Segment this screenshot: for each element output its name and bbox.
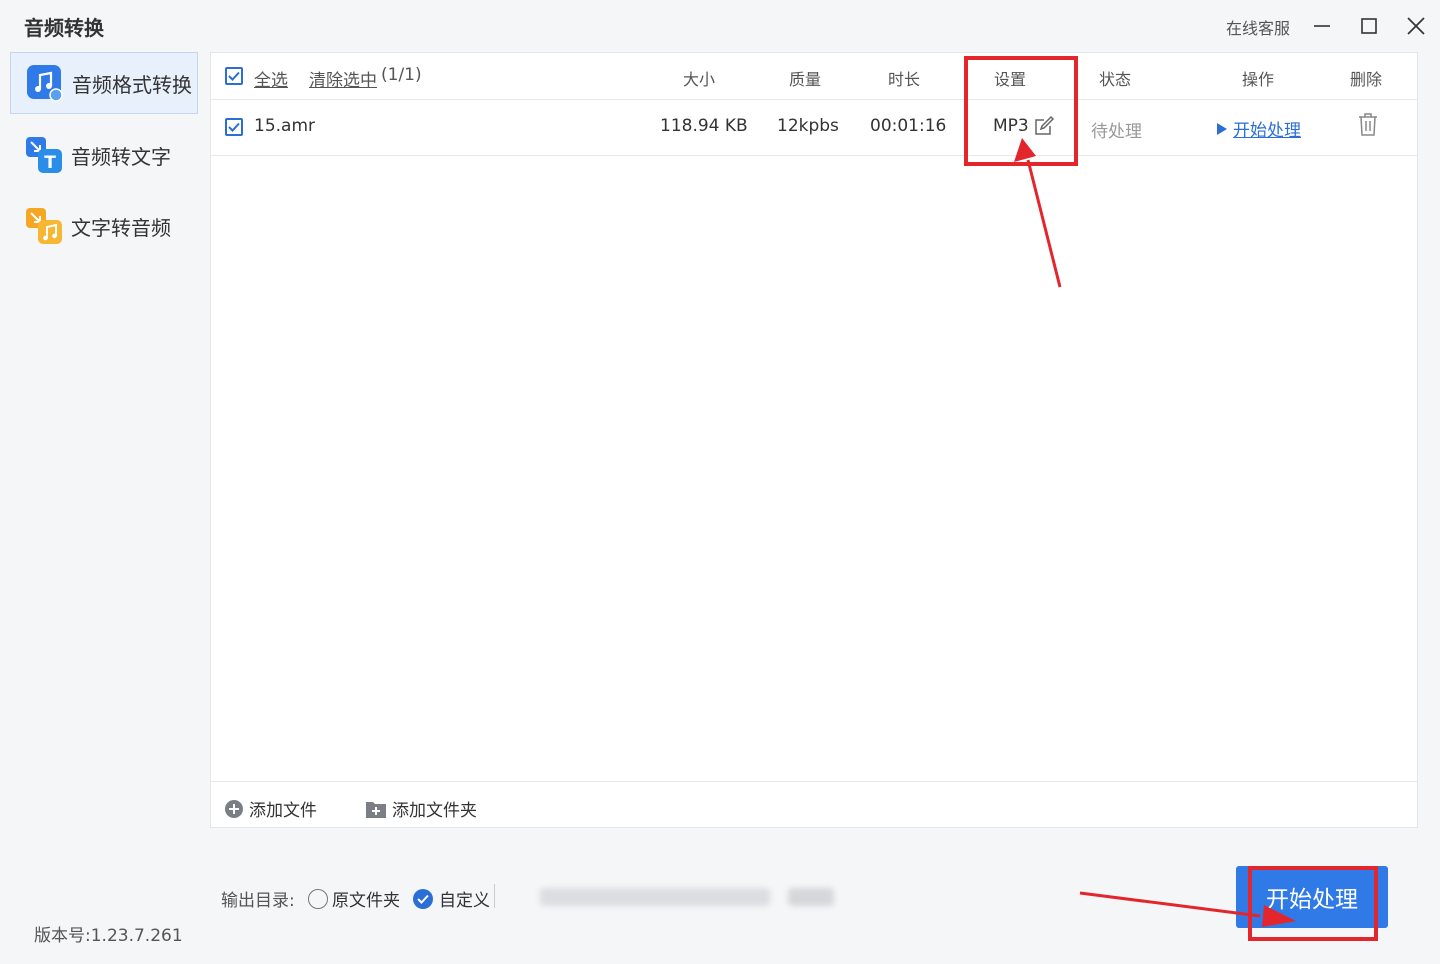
selection-count: (1/1) (381, 65, 422, 85)
row-start-label: 开始处理 (1233, 121, 1301, 141)
column-quality: 质量 (789, 70, 822, 89)
file-name: 15.amr (254, 116, 316, 136)
folder-plus-icon (366, 801, 386, 818)
file-list-panel: 全选 清除选中 (1/1) 大小 质量 时长 设置 状态 操作 删除 15.am… (210, 52, 1418, 828)
minimize-button[interactable] (1306, 10, 1338, 42)
table-header: 全选 清除选中 (1/1) 大小 质量 时长 设置 状态 操作 删除 (211, 53, 1417, 100)
file-size: 118.94 KB (660, 116, 748, 136)
output-format[interactable]: MP3 (993, 116, 1029, 136)
version-label: 版本号:1.23.7.261 (34, 926, 183, 946)
plus-circle-icon (225, 799, 243, 818)
blurred-path-tail (788, 888, 834, 906)
radio-unchecked-icon (308, 888, 328, 909)
app-title: 音频转换 (24, 16, 104, 40)
start-processing-button[interactable]: 开始处理 (1236, 866, 1388, 928)
column-delete: 删除 (1350, 70, 1383, 89)
add-folder-button[interactable]: 添加文件夹 (365, 796, 477, 821)
svg-text:T: T (44, 153, 56, 173)
close-button[interactable] (1400, 10, 1432, 42)
sidebar-item-audio-to-text[interactable]: T 音频转文字 (10, 124, 198, 186)
select-all-link[interactable]: 全选 (254, 66, 288, 91)
file-duration: 00:01:16 (870, 116, 947, 136)
online-support-link[interactable]: 在线客服 (1226, 15, 1290, 39)
output-path-field[interactable] (532, 876, 852, 918)
music-note-icon (26, 64, 64, 102)
add-folder-label: 添加文件夹 (392, 801, 477, 821)
audio-convert-icon (25, 207, 63, 245)
sidebar-item-text-to-audio[interactable]: 文字转音频 (10, 195, 198, 257)
check-icon (228, 122, 240, 132)
column-size: 大小 (683, 70, 716, 89)
edit-format-button[interactable] (1033, 115, 1055, 141)
file-quality: 12kpbs (777, 116, 839, 136)
edit-icon (1035, 115, 1055, 135)
column-settings: 设置 (994, 70, 1027, 89)
sidebar-item-label: 文字转音频 (71, 215, 171, 240)
original-folder-label: 原文件夹 (332, 891, 400, 911)
play-icon (1217, 122, 1227, 135)
column-action: 操作 (1242, 70, 1275, 89)
original-folder-option[interactable]: 原文件夹 (308, 886, 400, 911)
add-files-bar: 添加文件 添加文件夹 (211, 781, 1417, 828)
column-status: 状态 (1099, 70, 1132, 89)
radio-checked-icon (413, 888, 433, 909)
sidebar-item-audio-format[interactable]: 音频格式转换 (10, 52, 198, 114)
table-row: 15.amr 118.94 KB 12kpbs 00:01:16 MP3 待处理… (211, 99, 1417, 156)
trash-icon (1359, 113, 1377, 136)
maximize-button[interactable] (1353, 10, 1385, 42)
status-badge: 待处理 (1091, 122, 1142, 142)
divider (494, 884, 495, 908)
minimize-icon (1314, 25, 1330, 27)
sidebar-item-label: 音频格式转换 (72, 72, 192, 97)
column-duration: 时长 (888, 70, 921, 89)
clear-selected-link[interactable]: 清除选中 (309, 66, 377, 91)
close-icon (1407, 17, 1425, 35)
check-icon (228, 71, 240, 81)
row-checkbox[interactable] (225, 118, 243, 136)
maximize-icon (1361, 18, 1377, 34)
custom-folder-label: 自定义 (439, 891, 490, 911)
custom-folder-option[interactable]: 自定义 (413, 886, 490, 911)
row-start-button[interactable]: 开始处理 (1215, 116, 1301, 141)
output-directory-label: 输出目录: (221, 891, 295, 911)
text-convert-icon: T (25, 136, 63, 174)
blurred-path (540, 888, 770, 906)
select-all-checkbox[interactable] (225, 67, 243, 85)
add-file-button[interactable]: 添加文件 (224, 796, 317, 821)
sidebar-item-label: 音频转文字 (71, 144, 171, 169)
add-file-label: 添加文件 (249, 801, 317, 821)
delete-button[interactable] (1356, 112, 1380, 142)
